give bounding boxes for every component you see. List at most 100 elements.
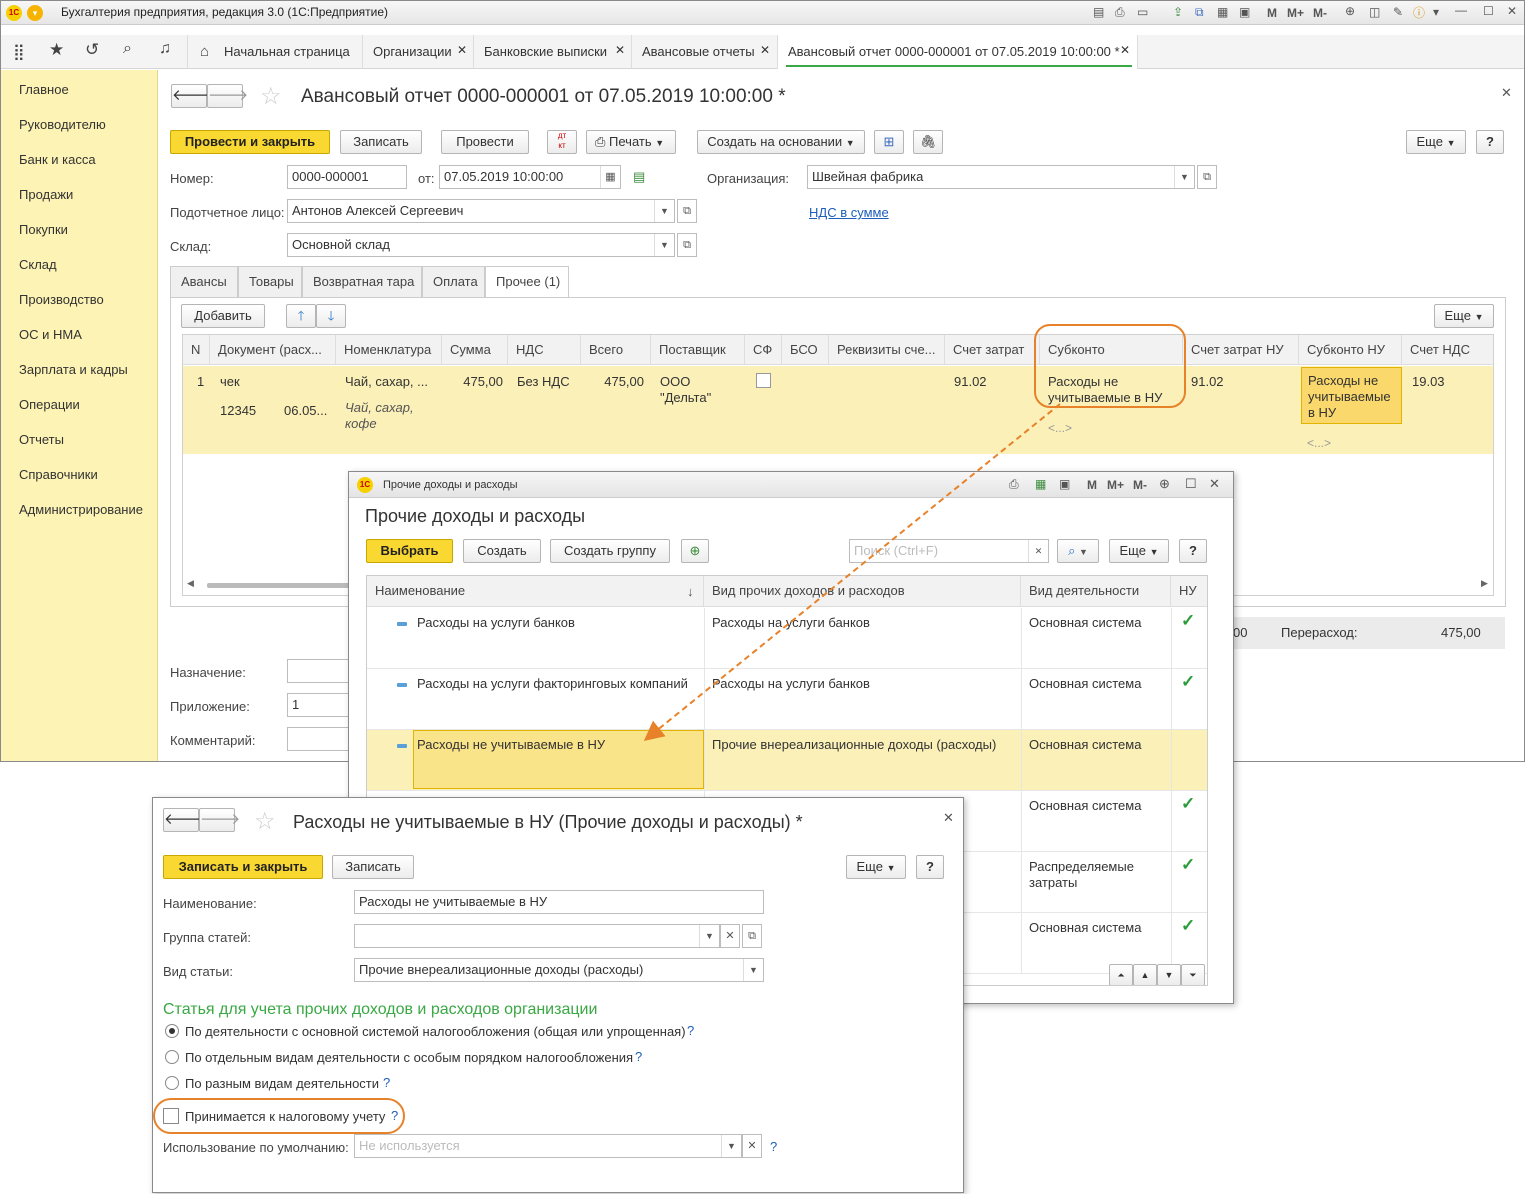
attach-button[interactable]: 🖇	[913, 130, 943, 154]
favorite-star-icon[interactable]: ☆	[254, 807, 276, 836]
chevron-down-icon[interactable]: ▼	[721, 1135, 741, 1157]
purpose-field[interactable]	[287, 659, 357, 683]
favorite-star-icon[interactable]: ☆	[260, 82, 282, 111]
zoom-icon[interactable]: ⊕	[1159, 476, 1170, 492]
chevron-down-icon[interactable]: ▼	[654, 234, 674, 256]
calendar-picker-icon[interactable]: ▦	[600, 166, 620, 188]
page-down-icon[interactable]: ▼	[1157, 964, 1181, 985]
print-icon[interactable]: ⎙	[1009, 477, 1019, 492]
clear-default-button[interactable]: ✕	[742, 1134, 762, 1158]
tax-accounting-checkbox[interactable]	[163, 1108, 179, 1124]
clear-group-button[interactable]: ✕	[720, 924, 740, 948]
chevron-down-icon[interactable]: ▼	[743, 959, 763, 981]
history-icon[interactable]: ↺	[85, 40, 99, 60]
create-based-on-button[interactable]: Создать на основании ▼	[697, 130, 865, 154]
cell-subconto-nu-more[interactable]: <...>	[1307, 436, 1331, 450]
organization-field[interactable]: Швейная фабрика ▼	[807, 165, 1195, 189]
catalog-row[interactable]: Расходы на услуги банков Расходы на услуг…	[367, 608, 1207, 669]
panels-icon[interactable]: ◫	[1369, 5, 1380, 19]
tab-advances[interactable]: Авансы	[170, 266, 238, 297]
sidebar-item[interactable]: Операции	[19, 397, 80, 412]
settings-icon[interactable]: ✎	[1393, 5, 1403, 19]
info-icon[interactable]: ⓘ	[1413, 4, 1425, 21]
col-name-header[interactable]: Наименование	[367, 576, 704, 606]
page-up-icon[interactable]: ▲	[1133, 964, 1157, 985]
column-header[interactable]: Документ (расх...	[210, 335, 336, 365]
close-tab-icon[interactable]: ✕	[1120, 43, 1130, 57]
sidebar-item[interactable]: Продажи	[19, 187, 73, 202]
close-window-icon[interactable]: ✕	[1209, 476, 1220, 492]
col-activity-header[interactable]: Вид деятельности	[1021, 576, 1171, 606]
create-group-button[interactable]: Создать группу	[550, 539, 670, 563]
table-row[interactable]: 1 чек 12345 06.05... Чай, сахар, ... Чай…	[183, 366, 1493, 454]
post-and-close-button[interactable]: Провести и закрыть	[170, 130, 330, 154]
comment-field[interactable]	[287, 727, 357, 751]
column-header[interactable]: Поставщик	[651, 335, 745, 365]
help-button[interactable]: ?	[1476, 130, 1504, 154]
tab-returnable-packaging[interactable]: Возвратная тара	[302, 266, 422, 297]
memory-plus-button[interactable]: M+	[1287, 6, 1304, 20]
zoom-icon[interactable]: ⊕	[1345, 4, 1355, 18]
save-button[interactable]: Записать	[340, 130, 422, 154]
calculator-icon[interactable]: ▦	[1035, 477, 1046, 491]
date-field[interactable]: 07.05.2019 10:00:00 ▦	[439, 165, 621, 189]
sidebar-item[interactable]: Зарплата и кадры	[19, 362, 128, 377]
help-icon[interactable]: ?	[687, 1023, 694, 1038]
help-icon[interactable]: ?	[391, 1108, 398, 1123]
sidebar-item[interactable]: Справочники	[19, 467, 98, 482]
search-input[interactable]: Поиск (Ctrl+F) ✕	[849, 539, 1049, 563]
open-organization-button[interactable]: ⧉	[1197, 165, 1217, 189]
print-icon[interactable]: ⎙	[1115, 5, 1125, 20]
tax-accounting-checkbox-row[interactable]: Принимается к налоговому учету ?	[163, 1107, 403, 1127]
structure-button[interactable]: ⊞	[874, 130, 904, 154]
sidebar-item[interactable]: Администрирование	[19, 502, 143, 517]
close-tab-icon[interactable]: ✕	[457, 43, 467, 57]
catalog-row[interactable]: Расходы на услуги факторинговых компаний…	[367, 669, 1207, 730]
column-header[interactable]: Номенклатура	[336, 335, 442, 365]
column-header[interactable]: N	[183, 335, 210, 365]
close-tab-icon[interactable]: ✕	[615, 43, 625, 57]
sidebar-item[interactable]: Отчеты	[19, 432, 64, 447]
tab-advance-report-doc[interactable]: Авансовый отчет 0000-000001 от 07.05.201…	[778, 35, 1138, 69]
move-up-button[interactable]: 🡑	[286, 304, 316, 328]
memory-minus-button[interactable]: M-	[1133, 478, 1147, 492]
number-field[interactable]: 0000-000001	[287, 165, 407, 189]
tab-bank-statements[interactable]: Банковские выписки ✕	[474, 35, 632, 69]
close-app-icon[interactable]: ✕	[1507, 4, 1517, 18]
favorites-star-icon[interactable]: ★	[49, 40, 64, 60]
first-page-icon[interactable]: ⏶	[1109, 964, 1133, 985]
column-header[interactable]: Субконто НУ	[1299, 335, 1402, 365]
minimize-icon[interactable]: —	[1455, 3, 1467, 17]
radio-special-activities[interactable]: По отдельным видам деятельности с особым…	[163, 1048, 723, 1068]
tab-payment[interactable]: Оплата	[422, 266, 485, 297]
tab-home[interactable]: ⌂ Начальная страница	[187, 35, 363, 69]
clear-search-icon[interactable]: ✕	[1028, 540, 1048, 562]
column-header[interactable]: БСО	[782, 335, 829, 365]
column-header[interactable]: Всего	[581, 335, 651, 365]
sidebar-item[interactable]: Руководителю	[19, 117, 106, 132]
warehouse-field[interactable]: Основной склад ▼	[287, 233, 675, 257]
memory-m-button[interactable]: M	[1267, 6, 1277, 20]
tab-goods[interactable]: Товары	[238, 266, 302, 297]
close-form-icon[interactable]: ✕	[1501, 85, 1512, 101]
tab-other[interactable]: Прочее (1)	[485, 266, 569, 298]
tab-advance-reports[interactable]: Авансовые отчеты ✕	[632, 35, 778, 69]
group-field[interactable]: ▼	[354, 924, 720, 948]
back-button[interactable]: 🡐	[163, 808, 204, 832]
sidebar-item[interactable]: Банк и касса	[19, 152, 96, 167]
name-field[interactable]: Расходы не учитываемые в НУ	[354, 890, 764, 914]
add-copy-button[interactable]: ⊕	[681, 539, 709, 563]
app-logo-icon[interactable]: 1С	[6, 5, 22, 21]
dt-kt-button[interactable]: дт кт	[547, 130, 577, 154]
memory-m-button[interactable]: M	[1087, 478, 1097, 492]
person-field[interactable]: Антонов Алексей Сергеевич ▼	[287, 199, 675, 223]
status-icon[interactable]: ▤	[633, 169, 645, 185]
attachment-field[interactable]: 1	[287, 693, 357, 717]
upload-icon[interactable]: ⇪	[1173, 5, 1183, 19]
forward-button[interactable]: 🡒	[199, 808, 240, 832]
back-button[interactable]: 🡐	[171, 84, 212, 108]
calendar-icon[interactable]: ▣	[1059, 477, 1070, 491]
cell-subconto-more[interactable]: <...>	[1048, 421, 1072, 435]
calendar-icon[interactable]: ▣	[1239, 5, 1250, 19]
sidebar-item[interactable]: Покупки	[19, 222, 68, 237]
